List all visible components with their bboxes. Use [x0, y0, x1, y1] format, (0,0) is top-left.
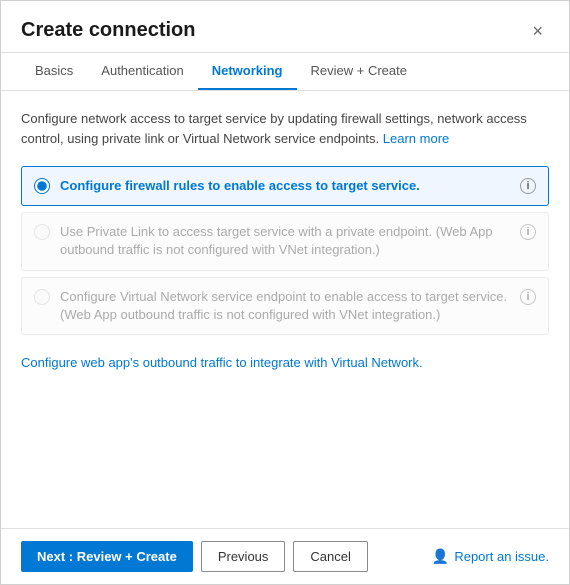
info-icon-private-link: i: [520, 224, 536, 240]
configure-link-container: Configure web app's outbound traffic to …: [21, 355, 549, 370]
tab-basics[interactable]: Basics: [21, 53, 87, 90]
networking-radio-group: Configure firewall rules to enable acces…: [21, 166, 549, 341]
report-issue-link[interactable]: 👤 Report an issue.: [432, 548, 549, 565]
dialog-header: Create connection ×: [1, 1, 569, 53]
radio-label-firewall: Configure firewall rules to enable acces…: [60, 177, 420, 195]
report-issue-text[interactable]: Report an issue.: [454, 549, 549, 564]
info-icon-vnet-endpoint: i: [520, 289, 536, 305]
next-button[interactable]: Next : Review + Create: [21, 541, 193, 572]
radio-label-vnet-endpoint: Configure Virtual Network service endpoi…: [60, 288, 512, 324]
cancel-button[interactable]: Cancel: [293, 541, 367, 572]
radio-label-private-link: Use Private Link to access target servic…: [60, 223, 512, 259]
learn-more-link[interactable]: Learn more: [383, 131, 449, 146]
radio-option-private-link: Use Private Link to access target servic…: [21, 212, 549, 270]
configure-vnet-link[interactable]: Configure web app's outbound traffic to …: [21, 355, 423, 370]
report-icon: 👤: [432, 548, 449, 565]
radio-input-firewall[interactable]: [34, 178, 50, 194]
radio-option-vnet-endpoint: Configure Virtual Network service endpoi…: [21, 277, 549, 335]
tabs-bar: Basics Authentication Networking Review …: [1, 53, 569, 91]
tab-authentication[interactable]: Authentication: [87, 53, 197, 90]
dialog-title: Create connection: [21, 19, 195, 42]
radio-input-vnet-endpoint: [34, 289, 50, 305]
dialog-footer: Next : Review + Create Previous Cancel 👤…: [1, 528, 569, 584]
description-text: Configure network access to target servi…: [21, 109, 549, 148]
radio-input-private-link: [34, 224, 50, 240]
tab-review-create[interactable]: Review + Create: [297, 53, 421, 90]
radio-option-firewall[interactable]: Configure firewall rules to enable acces…: [21, 166, 549, 206]
dialog-body: Configure network access to target servi…: [1, 91, 569, 528]
tab-networking[interactable]: Networking: [198, 53, 297, 90]
previous-button[interactable]: Previous: [201, 541, 286, 572]
create-connection-dialog: Create connection × Basics Authenticatio…: [0, 0, 570, 585]
close-button[interactable]: ×: [526, 20, 549, 42]
info-icon-firewall: i: [520, 178, 536, 194]
